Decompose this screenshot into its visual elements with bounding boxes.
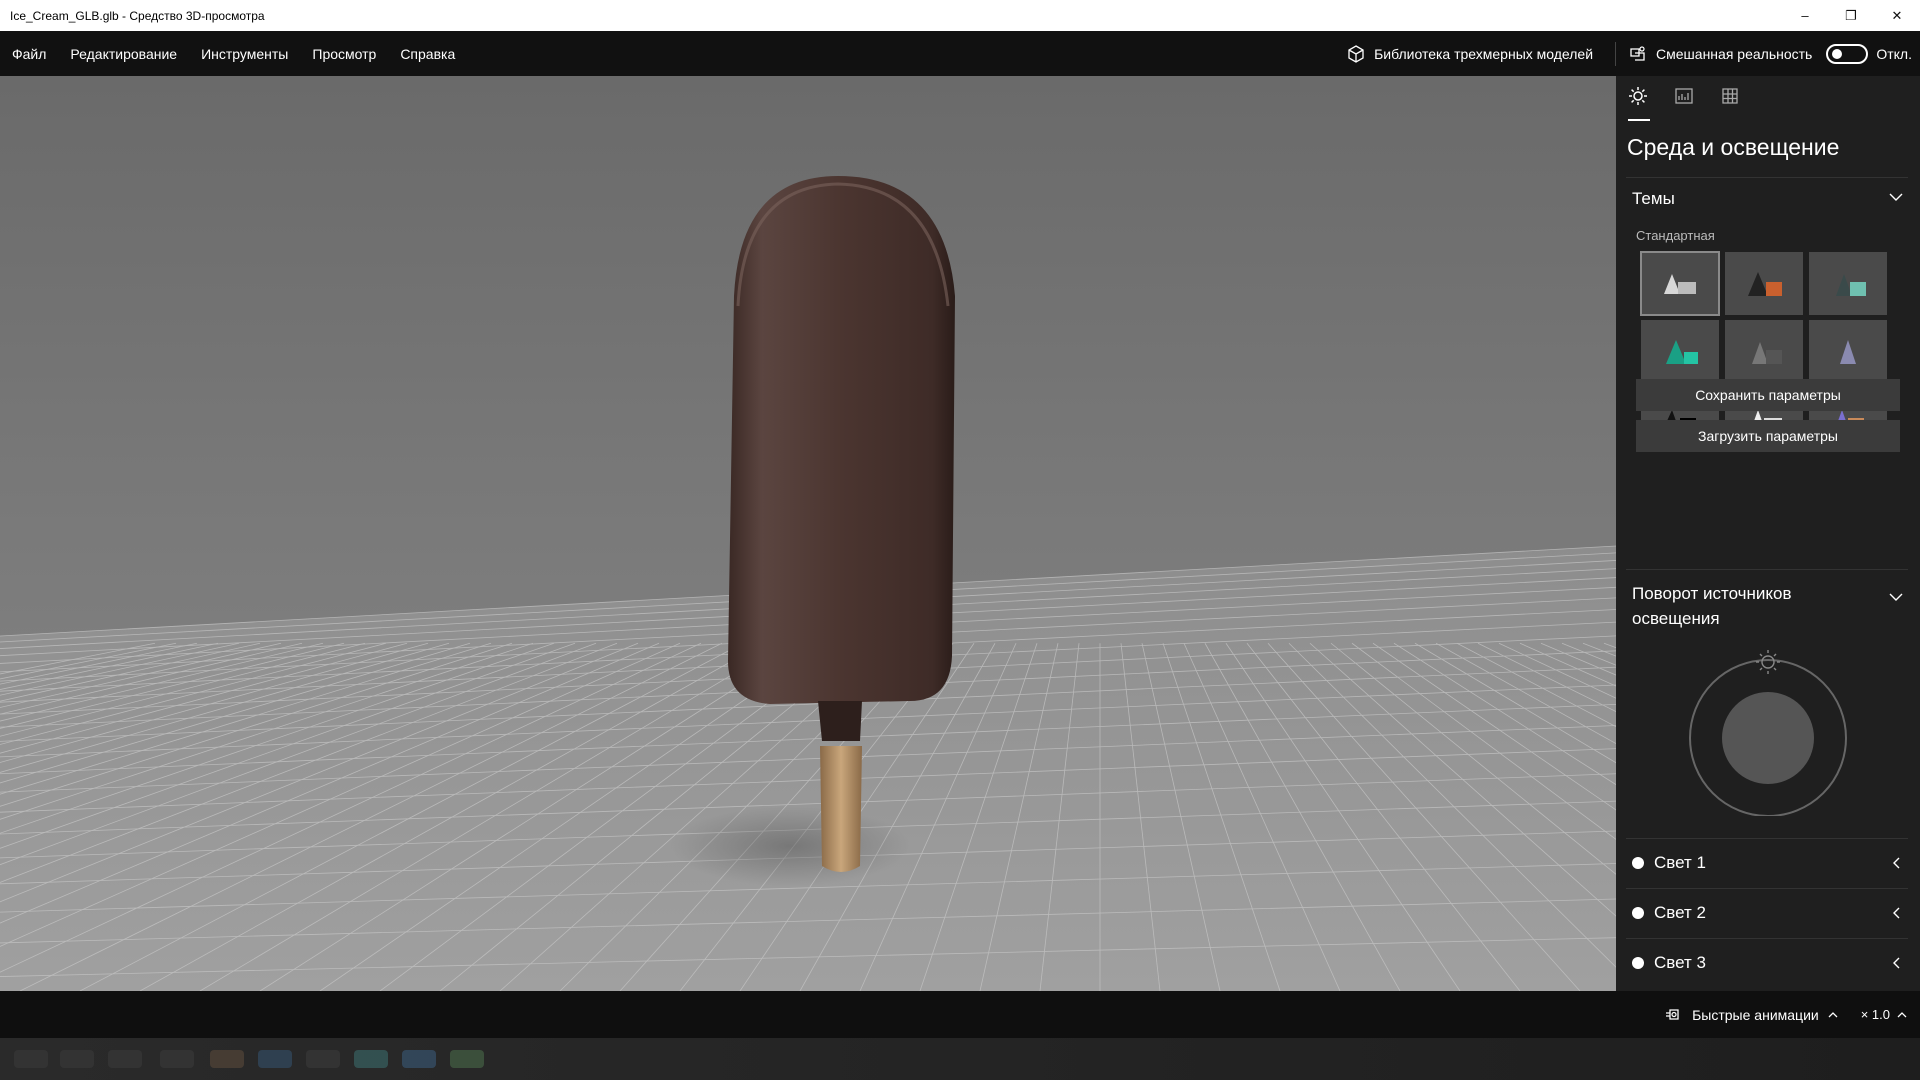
menu-help[interactable]: Справка xyxy=(388,31,467,76)
grid-icon xyxy=(1722,88,1738,104)
theme-thumb[interactable] xyxy=(1809,252,1887,315)
close-button[interactable]: ✕ xyxy=(1874,0,1920,31)
panel-title: Среда и освещение xyxy=(1627,134,1840,160)
restore-button[interactable]: ❐ xyxy=(1828,0,1874,31)
mixed-reality-label: Смешанная реальность xyxy=(1656,45,1813,62)
3d-library-button[interactable]: Библиотека трехмерных моделей xyxy=(1330,44,1609,64)
speed-selector[interactable]: × 1.0 xyxy=(1861,1007,1908,1022)
title-bar: Ice_Cream_GLB.glb - Средство 3D-просмотр… xyxy=(0,0,1920,31)
themes-header[interactable]: Темы xyxy=(1632,189,1904,209)
mixed-reality-icon xyxy=(1630,45,1645,61)
menu-tools[interactable]: Инструменты xyxy=(189,31,300,76)
theme-shapes-icon xyxy=(1664,273,1696,294)
menu-file[interactable]: Файл xyxy=(0,31,58,76)
chevron-down-icon xyxy=(1889,593,1903,601)
mixed-reality-toggle[interactable] xyxy=(1826,43,1869,64)
divider xyxy=(1615,41,1617,66)
light-row-1[interactable]: Свет 1 xyxy=(1632,843,1904,883)
cube-icon xyxy=(1348,44,1364,63)
theme-shapes-icon xyxy=(1666,339,1698,364)
theme-thumb[interactable] xyxy=(1725,252,1803,315)
chevron-left-icon xyxy=(1893,957,1900,969)
theme-thumb[interactable] xyxy=(1640,251,1720,316)
chevron-down-icon xyxy=(1889,193,1903,201)
theme-shapes-icon xyxy=(1836,273,1866,296)
light-color-dot xyxy=(1632,957,1644,969)
tab-indicator xyxy=(1628,119,1650,121)
menu-edit[interactable]: Редактирование xyxy=(58,31,189,76)
load-settings-button[interactable]: Загрузить параметры xyxy=(1636,420,1900,452)
theme-thumb[interactable] xyxy=(1641,320,1719,383)
divider xyxy=(1626,838,1908,839)
chevron-left-icon xyxy=(1893,857,1900,869)
environment-panel: Среда и освещение Темы Стандартная Сохра… xyxy=(1616,76,1920,991)
tab-grid[interactable] xyxy=(1720,86,1740,106)
light-rotation-title: Поворот источников освещения xyxy=(1632,584,1792,628)
menu-view[interactable]: Просмотр xyxy=(300,31,388,76)
taskbar-item[interactable] xyxy=(14,1050,48,1068)
light-rotation-control[interactable] xyxy=(1686,644,1850,816)
chevron-left-icon xyxy=(1893,907,1900,919)
theme-shapes-icon xyxy=(1840,339,1856,364)
menu-bar: Файл Редактирование Инструменты Просмотр… xyxy=(0,31,1920,76)
light-row-2[interactable]: Свет 2 xyxy=(1632,893,1904,933)
light-label: Свет 2 xyxy=(1654,903,1706,922)
theme-shapes-icon xyxy=(1752,341,1782,364)
chevron-up-icon xyxy=(1828,1011,1838,1017)
divider xyxy=(1626,938,1908,939)
light-color-dot xyxy=(1632,907,1644,919)
sun-icon xyxy=(1756,650,1780,674)
3d-library-label: Библиотека трехмерных моделей xyxy=(1374,45,1594,62)
divider xyxy=(1626,888,1908,889)
light-label: Свет 1 xyxy=(1654,853,1706,872)
scene-grid xyxy=(0,176,1616,991)
animation-icon xyxy=(1666,1008,1679,1020)
taskbar-item[interactable] xyxy=(108,1050,142,1068)
toggle-state-label: Откл. xyxy=(1876,45,1912,62)
speed-value: × 1.0 xyxy=(1860,1007,1890,1022)
sun-icon xyxy=(1629,87,1647,105)
taskbar-item[interactable] xyxy=(354,1050,388,1068)
light-color-dot xyxy=(1632,857,1644,869)
light-rotation-header[interactable]: Поворот источников освещения xyxy=(1632,581,1904,631)
tab-lighting[interactable] xyxy=(1628,86,1648,106)
3d-viewport[interactable] xyxy=(0,76,1616,991)
taskbar xyxy=(0,1038,1920,1080)
theme-thumb[interactable] xyxy=(1725,320,1803,383)
mixed-reality-button[interactable]: Смешанная реальность xyxy=(1622,44,1818,64)
taskbar-item[interactable] xyxy=(160,1050,194,1068)
taskbar-item[interactable] xyxy=(306,1050,340,1068)
theme-shapes-icon xyxy=(1748,271,1782,296)
window-title: Ice_Cream_GLB.glb - Средство 3D-просмотр… xyxy=(10,8,265,23)
taskbar-item[interactable] xyxy=(210,1050,244,1068)
taskbar-item[interactable] xyxy=(402,1050,436,1068)
themes-subheader: Стандартная xyxy=(1636,228,1715,243)
taskbar-item[interactable] xyxy=(258,1050,292,1068)
save-settings-button[interactable]: Сохранить параметры xyxy=(1636,379,1900,411)
minimize-button[interactable]: – xyxy=(1782,0,1828,31)
tab-stats[interactable] xyxy=(1674,86,1694,106)
divider xyxy=(1626,177,1908,178)
chart-icon xyxy=(1675,88,1693,104)
themes-title: Темы xyxy=(1632,189,1675,208)
status-bar: Быстрые анимации × 1.0 xyxy=(0,991,1920,1038)
light-label: Свет 3 xyxy=(1654,953,1706,972)
taskbar-item[interactable] xyxy=(450,1050,484,1068)
taskbar-item[interactable] xyxy=(60,1050,94,1068)
model-shadow xyxy=(670,806,910,886)
chevron-up-icon xyxy=(1897,1011,1907,1017)
quick-animations-button[interactable]: Быстрые анимации xyxy=(1664,1007,1839,1023)
divider xyxy=(1626,569,1908,570)
quick-animations-label: Быстрые анимации xyxy=(1692,1006,1819,1023)
light-row-3[interactable]: Свет 3 xyxy=(1632,943,1904,983)
theme-thumb[interactable] xyxy=(1809,320,1887,383)
